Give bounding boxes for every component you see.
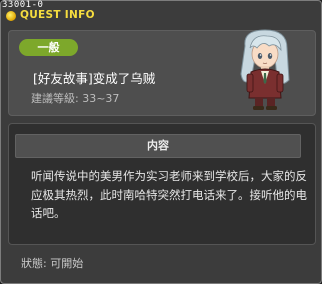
quest-title: [好友故事]变成了乌贼 xyxy=(33,71,156,86)
window-title: QUEST INFO xyxy=(20,9,95,21)
content-header: 内容 xyxy=(15,134,301,158)
quest-recommended-level: 建議等級: 33~37 xyxy=(31,92,120,105)
quest-bulb-icon xyxy=(6,11,16,21)
npc-portrait xyxy=(235,28,295,112)
quest-category-badge: 一般 xyxy=(19,39,78,56)
quest-description: 听闻传说中的美男作为实习老师来到学校后，大家的反应极其热烈，此时南哈特突然打电话… xyxy=(31,169,307,220)
quest-status: 狀態: 可開始 xyxy=(21,257,84,270)
title-bar[interactable]: QUEST INFO xyxy=(4,9,124,24)
